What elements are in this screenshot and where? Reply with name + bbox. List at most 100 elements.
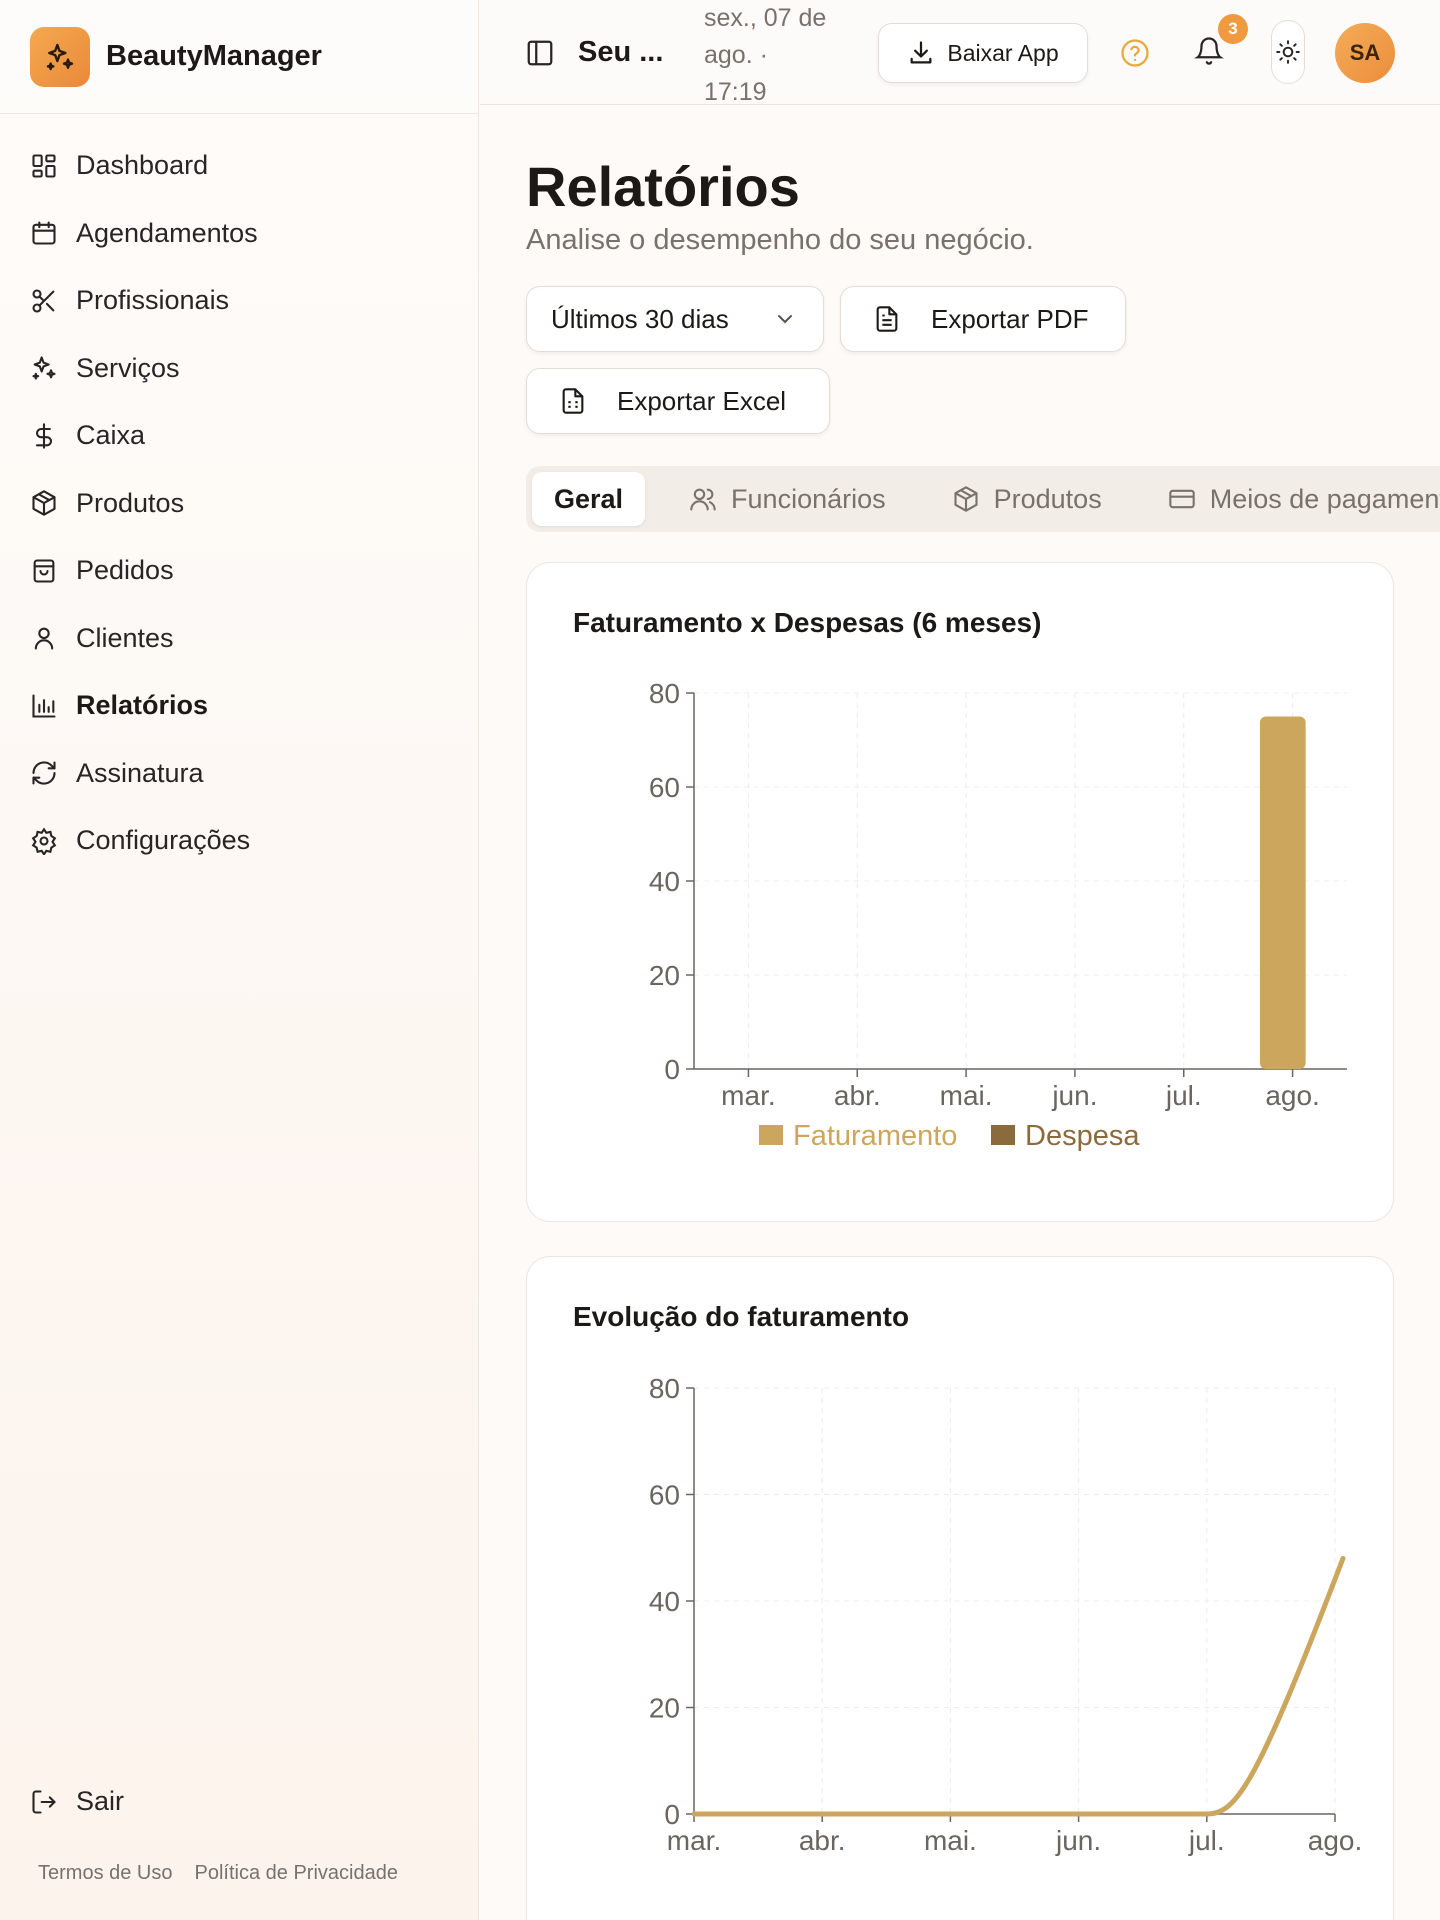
legal-links: Termos de Uso Política de Privacidade bbox=[38, 1862, 398, 1885]
terms-link[interactable]: Termos de Uso bbox=[38, 1862, 173, 1885]
sidebar-toggle-icon[interactable] bbox=[525, 38, 555, 68]
privacy-link[interactable]: Política de Privacidade bbox=[195, 1862, 398, 1885]
sidebar-item-produtos[interactable]: Produtos bbox=[0, 470, 478, 538]
page-subtitle: Analise o desempenho do seu negócio. bbox=[526, 224, 1034, 256]
sidebar-item-agendamentos[interactable]: Agendamentos bbox=[0, 200, 478, 268]
topbar: Seu ... sex., 07 de ago. · 17:19 Baixar … bbox=[480, 0, 1440, 106]
report-tabs: Geral Funcionários Produtos Meios de pag… bbox=[526, 466, 1440, 532]
period-select[interactable]: Últimos 30 dias bbox=[526, 286, 824, 352]
export-pdf-button[interactable]: Exportar PDF bbox=[840, 286, 1126, 352]
brand-name: BeautyManager bbox=[106, 40, 322, 72]
gear-icon bbox=[31, 827, 57, 855]
y-tick-label: 20 bbox=[649, 960, 680, 991]
x-tick-label: jul. bbox=[1165, 1080, 1202, 1111]
x-tick-label: jul. bbox=[1188, 1825, 1225, 1856]
dashboard-icon bbox=[32, 154, 56, 178]
shopping-bag-icon bbox=[33, 559, 55, 583]
credit-card-icon bbox=[1168, 489, 1195, 509]
x-tick-label: mar. bbox=[721, 1080, 775, 1111]
tab-funcionarios[interactable]: Funcionários bbox=[667, 472, 908, 526]
x-tick-label: abr. bbox=[834, 1080, 881, 1111]
bar-faturamento bbox=[1259, 716, 1306, 1069]
tab-geral[interactable]: Geral bbox=[532, 472, 646, 526]
sidebar-item-clientes[interactable]: Clientes bbox=[0, 605, 478, 673]
x-tick-label: abr. bbox=[799, 1825, 846, 1856]
tab-label: Produtos bbox=[993, 483, 1102, 514]
sidebar-item-caixa[interactable]: Caixa bbox=[0, 402, 478, 470]
y-tick-label: 80 bbox=[649, 678, 680, 709]
tab-label: Geral bbox=[554, 483, 624, 514]
y-tick-label: 60 bbox=[649, 772, 680, 803]
users-icon bbox=[690, 488, 716, 511]
sidebar-nav: Dashboard Agendamentos Profissionais Ser… bbox=[0, 132, 478, 875]
file-spreadsheet-icon bbox=[562, 388, 584, 414]
sidebar: BeautyManager Dashboard Agendamentos Pro… bbox=[0, 0, 479, 1920]
series-line-faturamento bbox=[691, 1555, 1346, 1817]
package-icon bbox=[32, 490, 56, 516]
bell-icon[interactable] bbox=[1194, 36, 1224, 66]
help-icon[interactable] bbox=[1120, 38, 1150, 68]
file-text-icon bbox=[876, 306, 898, 332]
y-tick-label: 80 bbox=[649, 1373, 680, 1404]
download-app-button[interactable]: Baixar App bbox=[878, 23, 1088, 83]
sidebar-item-label: Serviços bbox=[76, 352, 180, 383]
tab-meios-de-pagamento[interactable]: Meios de pagamento bbox=[1146, 472, 1440, 526]
sidebar-item-label: Assinatura bbox=[76, 757, 204, 788]
download-icon bbox=[910, 41, 932, 64]
period-select-value: Últimos 30 dias bbox=[551, 303, 729, 334]
page-title-short: Seu ... bbox=[578, 36, 664, 68]
sidebar-item-label: Agendamentos bbox=[76, 217, 258, 248]
avatar[interactable]: SA bbox=[1335, 23, 1395, 83]
sidebar-item-servicos[interactable]: Serviços bbox=[0, 335, 478, 403]
x-tick-label: mai. bbox=[924, 1825, 977, 1856]
notification-badge: 3 bbox=[1218, 14, 1248, 44]
revenue-evolution-chart: 020406080mar. abr. mai. jun. jul. ago. bbox=[649, 1373, 1363, 1856]
x-tick-label: jun. bbox=[1055, 1825, 1101, 1856]
sidebar-item-relatorios[interactable]: Relatórios bbox=[0, 672, 478, 740]
y-tick-label: 40 bbox=[649, 866, 680, 897]
sidebar-item-pedidos[interactable]: Pedidos bbox=[0, 537, 478, 605]
sidebar-item-label: Produtos bbox=[76, 487, 185, 518]
dollar-icon bbox=[35, 423, 53, 449]
sparkles-icon bbox=[32, 356, 56, 380]
tab-label: Funcionários bbox=[731, 483, 886, 514]
scissors-icon bbox=[32, 289, 55, 313]
x-tick-label: mar. bbox=[667, 1825, 721, 1856]
datetime-line: ago. · bbox=[704, 41, 768, 69]
logout-label: Sair bbox=[76, 1786, 125, 1816]
datetime-line: sex., 07 de bbox=[704, 4, 827, 32]
legend-label: Faturamento bbox=[793, 1120, 957, 1152]
main-content: Relatórios Analise o desempenho do seu n… bbox=[480, 106, 1440, 1920]
brand-logo[interactable] bbox=[30, 26, 90, 87]
theme-toggle-button[interactable] bbox=[1271, 20, 1305, 84]
legend-swatch bbox=[991, 1125, 1015, 1145]
export-pdf-label: Exportar PDF bbox=[931, 303, 1089, 334]
sun-icon bbox=[1276, 40, 1300, 64]
sidebar-item-label: Pedidos bbox=[76, 555, 174, 586]
sidebar-item-profissionais[interactable]: Profissionais bbox=[0, 267, 478, 335]
export-excel-button[interactable]: Exportar Excel bbox=[526, 368, 830, 434]
user-icon bbox=[34, 627, 54, 650]
sidebar-item-assinatura[interactable]: Assinatura bbox=[0, 740, 478, 808]
revenue-evolution-card: Evolução do faturamento 0 20 40 60 80 mar. abr… bbox=[526, 1256, 1394, 1920]
refresh-icon bbox=[32, 761, 56, 785]
x-tick-label: mai. bbox=[940, 1080, 993, 1111]
revenue-expense-chart: 0 20 40 60 80 mar. abr. mai. jun. jul. ago. Faturam… bbox=[649, 678, 1347, 1152]
sparkles-icon bbox=[46, 43, 74, 70]
y-tick-label: 60 bbox=[649, 1480, 680, 1511]
download-app-label: Baixar App bbox=[947, 39, 1059, 66]
tab-produtos[interactable]: Produtos bbox=[930, 472, 1124, 526]
y-tick-label: 0 bbox=[664, 1054, 680, 1085]
logout-button[interactable]: Sair bbox=[30, 1786, 124, 1817]
current-datetime: sex., 07 de ago. · 17:19 bbox=[704, 0, 854, 111]
legend-swatch bbox=[759, 1125, 783, 1145]
revenue-expense-card: Faturamento x Despesas (6 meses) 0 20 40 60… bbox=[526, 562, 1394, 1222]
x-tick-label: ago. bbox=[1308, 1825, 1363, 1856]
x-tick-label: jun. bbox=[1051, 1080, 1097, 1111]
sidebar-item-dashboard[interactable]: Dashboard bbox=[0, 132, 478, 200]
sidebar-item-configuracoes[interactable]: Configurações bbox=[0, 807, 478, 875]
sidebar-item-label: Configurações bbox=[76, 825, 251, 856]
brand-header: BeautyManager bbox=[0, 0, 478, 114]
export-excel-label: Exportar Excel bbox=[617, 385, 787, 416]
package-icon bbox=[954, 486, 978, 512]
